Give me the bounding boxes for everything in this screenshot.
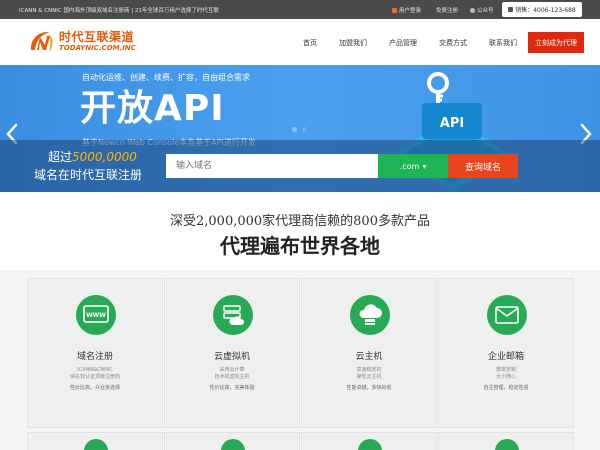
logo-title: 时代互联渠道 <box>59 30 135 44</box>
sales-hotline: 销售：4006-123-688 <box>502 2 582 17</box>
domain-search-band: 超过5000,0000 域名在时代互联注册 .com ▾ 查询域名 <box>0 140 600 192</box>
free-register-link[interactable]: 免费注册 <box>436 6 458 14</box>
domain-count: 5000,0000 <box>72 150 137 164</box>
user-login-link[interactable]: 用户登录 <box>392 6 421 14</box>
section-subtitle: 深受2,000,000家代理商信赖的800多款产品 <box>170 214 430 229</box>
card-tagline: 性价比高，完美体验 <box>209 385 255 391</box>
search-stat-caption: 域名在时代互联注册 <box>34 168 143 182</box>
card-tagline: 性能卓越，多快好省 <box>346 385 392 391</box>
tld-value: .com <box>399 161 420 171</box>
www-icon: WWW <box>76 295 116 335</box>
card-title: 企业邮箱 <box>487 352 524 362</box>
product-card-row2[interactable] <box>301 432 437 450</box>
card-title: 云主机 <box>355 352 383 362</box>
banner-subtitle: 自动化运维、创建、续费、扩容，自由组合需求 <box>82 73 250 82</box>
product-card-row2[interactable] <box>27 432 163 450</box>
wechat-link[interactable]: 公众号 <box>470 6 494 14</box>
site-header: 时代互联渠道 TODAYNIC.COM,INC 首页 加盟我们 产品管理 交费方… <box>0 19 600 65</box>
key-icon <box>427 72 449 103</box>
product-card-email[interactable]: 企业邮箱 按需定制 大小随心 自主管理，稳定性强 <box>438 278 574 428</box>
product-icon <box>221 439 245 450</box>
nav-join[interactable]: 加盟我们 <box>339 38 367 48</box>
tld-select[interactable]: .com ▾ <box>378 154 448 178</box>
banner-headline: 开放API <box>80 88 225 129</box>
site-logo[interactable]: 时代互联渠道 TODAYNIC.COM,INC <box>28 28 136 56</box>
logo-subtitle: TODAYNIC.COM,INC <box>59 44 136 52</box>
nav-payment[interactable]: 交费方式 <box>439 38 467 48</box>
product-icon <box>84 439 108 450</box>
phone-icon <box>508 7 514 12</box>
domain-search-input[interactable] <box>166 154 378 178</box>
section-title: 代理遍布世界各地 <box>220 234 380 258</box>
cloud-host-icon <box>350 295 390 335</box>
logo-mark-icon <box>28 28 56 56</box>
card-description: 高速稳定的 弹性云主机 <box>356 367 382 380</box>
top-bar: ICANN & CNNIC 国内海外顶级双域名注册商 | 21年全球百万用户选择… <box>0 0 600 19</box>
carousel-dot-1[interactable] <box>292 127 297 132</box>
product-card-row2[interactable] <box>164 432 300 450</box>
search-domain-button[interactable]: 查询域名 <box>448 154 518 178</box>
wechat-icon <box>470 7 475 13</box>
api-label: API <box>440 116 464 131</box>
card-description: 采用云计算 技术的虚拟主机 <box>214 367 250 380</box>
nav-products[interactable]: 产品管理 <box>389 38 417 48</box>
svg-text:WWW: WWW <box>86 312 106 319</box>
product-icon <box>495 439 519 450</box>
card-title: 云虚拟机 <box>213 352 250 362</box>
cloud-server-icon <box>213 295 253 335</box>
card-description: ICANN&CNNIC 域名双认证顶级注册商 <box>69 367 120 380</box>
card-title: 域名注册 <box>76 352 113 362</box>
top-notice: ICANN & CNNIC 国内海外顶级双域名注册商 | 21年全球百万用户选择… <box>19 8 219 14</box>
nav-contact[interactable]: 联系我们 <box>489 38 517 48</box>
card-description: 按需定制 大小随心 <box>495 367 516 380</box>
chevron-down-icon: ▾ <box>422 161 427 171</box>
mail-icon <box>487 295 527 335</box>
product-card-row2[interactable] <box>438 432 574 450</box>
nav-home[interactable]: 首页 <box>303 38 317 48</box>
carousel-dot-2[interactable] <box>302 127 307 132</box>
card-tagline: 性价比高，众业多选择 <box>69 385 120 391</box>
become-agent-button[interactable]: 立刻成为代理 <box>528 32 584 53</box>
product-icon <box>358 439 382 450</box>
search-stat-line: 超过5000,0000 <box>48 150 137 164</box>
product-card-domain[interactable]: WWW 域名注册 ICANN&CNNIC 域名双认证顶级注册商 性价比高，众业多… <box>27 278 163 428</box>
product-card-virtual-host[interactable]: 云虚拟机 采用云计算 技术的虚拟主机 性价比高，完美体验 <box>164 278 300 428</box>
user-icon <box>392 7 397 13</box>
product-card-cloud-host[interactable]: 云主机 高速稳定的 弹性云主机 性能卓越，多快好省 <box>301 278 437 428</box>
card-tagline: 自主管理，稳定性强 <box>483 385 529 391</box>
